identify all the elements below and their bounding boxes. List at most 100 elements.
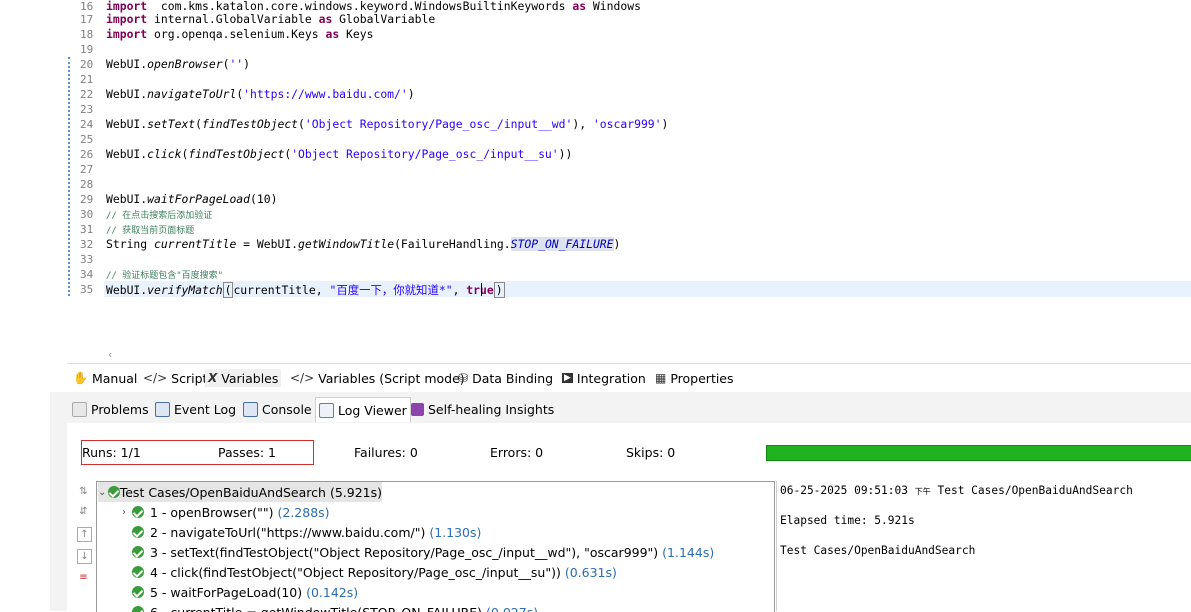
runs-count: Runs: 1/1 <box>82 445 141 460</box>
collapse-all-icon[interactable]: ⇅ <box>77 485 90 498</box>
code-icon: </> <box>290 371 314 385</box>
line-number: 26 <box>80 148 100 161</box>
expand-all-icon[interactable]: ⇵ <box>77 505 90 518</box>
code-line[interactable]: // 获取当前页面标题 <box>106 222 194 236</box>
line-number: 25 <box>80 133 100 146</box>
tree-step-item[interactable]: ›1 - openBrowser("") (2.288s) <box>118 502 330 522</box>
tree-item-label: 2 - navigateToUrl("https://www.baidu.com… <box>150 525 425 540</box>
tab-label: Script <box>171 371 207 386</box>
code-line[interactable]: // 在点击搜索后添加验证 <box>106 207 212 221</box>
code-token: WebUI. <box>106 117 147 131</box>
log-header-line: 06-25-2025 09:51:03 下午 Test Cases/OpenBa… <box>780 484 1133 497</box>
code-line[interactable]: WebUI.waitForPageLoad(10) <box>106 192 277 206</box>
next-icon[interactable]: ↓ <box>77 549 92 564</box>
tree-item-label: 5 - waitForPageLoad(10) <box>150 585 302 600</box>
code-token: waitForPageLoad <box>147 192 250 206</box>
code-line[interactable]: WebUI.click(findTestObject('Object Repos… <box>106 147 572 161</box>
test-result-tree[interactable]: ⌄ Test Cases/OpenBaiduAndSearch (5.921s)… <box>96 481 775 612</box>
tab-script[interactable]: </> Script <box>143 369 207 387</box>
code-token: 'Object Repository/Page_osc_/input__wd' <box>305 117 572 131</box>
tree-item-time: (0.142s) <box>306 585 358 600</box>
tab-console[interactable]: Console <box>240 399 315 419</box>
line-number: 28 <box>80 178 100 191</box>
tab-self-healing-insights[interactable]: Self-healing Insights <box>408 399 557 419</box>
tree-step-item[interactable]: 5 - waitForPageLoad(10) (0.142s) <box>118 582 358 602</box>
code-line[interactable]: // 验证标题包含"百度搜索" <box>106 267 223 281</box>
tab-label: Integration <box>577 371 646 386</box>
code-token: GlobalVariable <box>332 12 435 26</box>
code-line[interactable]: WebUI.setText(findTestObject('Object Rep… <box>106 117 668 131</box>
tab-integration[interactable]: ▶ Integration <box>562 369 646 387</box>
code-token: // 获取当前页面标题 <box>106 226 194 236</box>
code-line[interactable]: import internal.GlobalVariable as Global… <box>106 12 435 26</box>
chevron-right-icon[interactable]: › <box>118 507 130 518</box>
tree-root-item[interactable]: ⌄ Test Cases/OpenBaiduAndSearch (5.921s) <box>98 482 382 502</box>
tab-data-binding[interactable]: ⛁ Data Binding <box>458 369 553 387</box>
tab-label: Data Binding <box>472 371 553 386</box>
code-icon: </> <box>143 371 167 385</box>
bottom-left-strip <box>50 392 67 611</box>
tree-toolbar: ⇅ ⇵ ↑ ↓ ≡ <box>71 482 95 611</box>
log-detail-pane: 06-25-2025 09:51:03 下午 Test Cases/OpenBa… <box>776 481 1191 611</box>
line-number: 21 <box>80 73 100 86</box>
code-token: ( <box>195 117 202 131</box>
chevron-down-icon[interactable]: ⌄ <box>98 487 106 498</box>
line-number: 30 <box>80 208 100 221</box>
tab-log-viewer[interactable]: Log Viewer <box>315 397 411 422</box>
code-line[interactable]: WebUI.navigateToUrl('https://www.baidu.c… <box>106 87 415 101</box>
code-token: WebUI. <box>106 57 147 71</box>
tab-label: Problems <box>91 402 149 417</box>
failures-count: Failures: 0 <box>354 445 418 460</box>
code-token: findTestObject <box>188 147 284 161</box>
passed-check-icon <box>132 565 146 579</box>
errors-count: Errors: 0 <box>490 445 543 460</box>
tab-event-log[interactable]: Event Log <box>152 399 239 419</box>
tab-variables-script-mode[interactable]: </> Variables (Script mode) <box>290 369 465 387</box>
code-editor[interactable] <box>50 0 1191 363</box>
code-line[interactable]: String currentTitle = WebUI.getWindowTit… <box>106 237 620 251</box>
code-token: // 在点击搜索后添加验证 <box>106 211 212 221</box>
code-token: WebUI. <box>106 147 147 161</box>
tab-label: Self-healing Insights <box>428 402 554 417</box>
code-token: 'Object Repository/Page_osc_/input__su' <box>291 147 558 161</box>
show-failures-icon[interactable]: ≡ <box>77 571 90 584</box>
code-line[interactable]: WebUI.verifyMatch(currentTitle, "百度一下，你就… <box>106 282 505 298</box>
code-token: ) <box>408 87 415 101</box>
code-line[interactable]: import org.openqa.selenium.Keys as Keys <box>106 27 373 41</box>
passed-check-icon <box>132 585 146 599</box>
tree-item-time: (1.144s) <box>662 545 714 560</box>
scroll-left-icon[interactable]: ‹ <box>108 348 112 361</box>
hand-icon: ✋ <box>73 371 88 385</box>
code-token: Windows <box>586 0 641 13</box>
passed-check-icon <box>108 485 115 499</box>
horizontal-scrollbar[interactable]: ‹ <box>104 348 1191 363</box>
code-token: WebUI. <box>106 87 147 101</box>
code-token: as <box>319 12 333 26</box>
tree-step-item[interactable]: 4 - click(findTestObject("Object Reposit… <box>118 562 617 582</box>
event-log-icon <box>155 402 170 417</box>
code-token: 'oscar999' <box>593 117 662 131</box>
line-number: 20 <box>80 58 100 71</box>
code-token: currentTitle <box>154 237 236 251</box>
code-token: 'https://www.baidu.com/' <box>243 87 408 101</box>
tab-properties[interactable]: ▦ Properties <box>655 369 734 387</box>
code-token: internal.GlobalVariable <box>147 12 318 26</box>
previous-icon[interactable]: ↑ <box>77 527 92 542</box>
tab-problems[interactable]: Problems <box>69 399 152 419</box>
tree-step-item[interactable]: 2 - navigateToUrl("https://www.baidu.com… <box>118 522 481 542</box>
line-number: 17 <box>80 13 100 26</box>
code-token: STOP_ON_FAILURE <box>511 237 614 251</box>
code-token: openBrowser <box>147 57 222 71</box>
code-token: getWindowTitle <box>298 237 394 251</box>
tree-step-item[interactable]: 3 - setText(findTestObject("Object Repos… <box>118 542 714 562</box>
code-token: WebUI. <box>106 192 147 206</box>
code-token: , <box>453 283 467 297</box>
editor-left-strip <box>50 0 67 363</box>
tab-manual[interactable]: ✋ Manual <box>73 369 137 387</box>
tab-label: Console <box>262 402 312 417</box>
code-token: (10) <box>250 192 277 206</box>
code-token: ( <box>223 282 234 298</box>
tab-variables[interactable]: X Variables <box>205 369 281 387</box>
code-token: ) <box>662 117 669 131</box>
code-line[interactable]: WebUI.openBrowser('') <box>106 57 250 71</box>
